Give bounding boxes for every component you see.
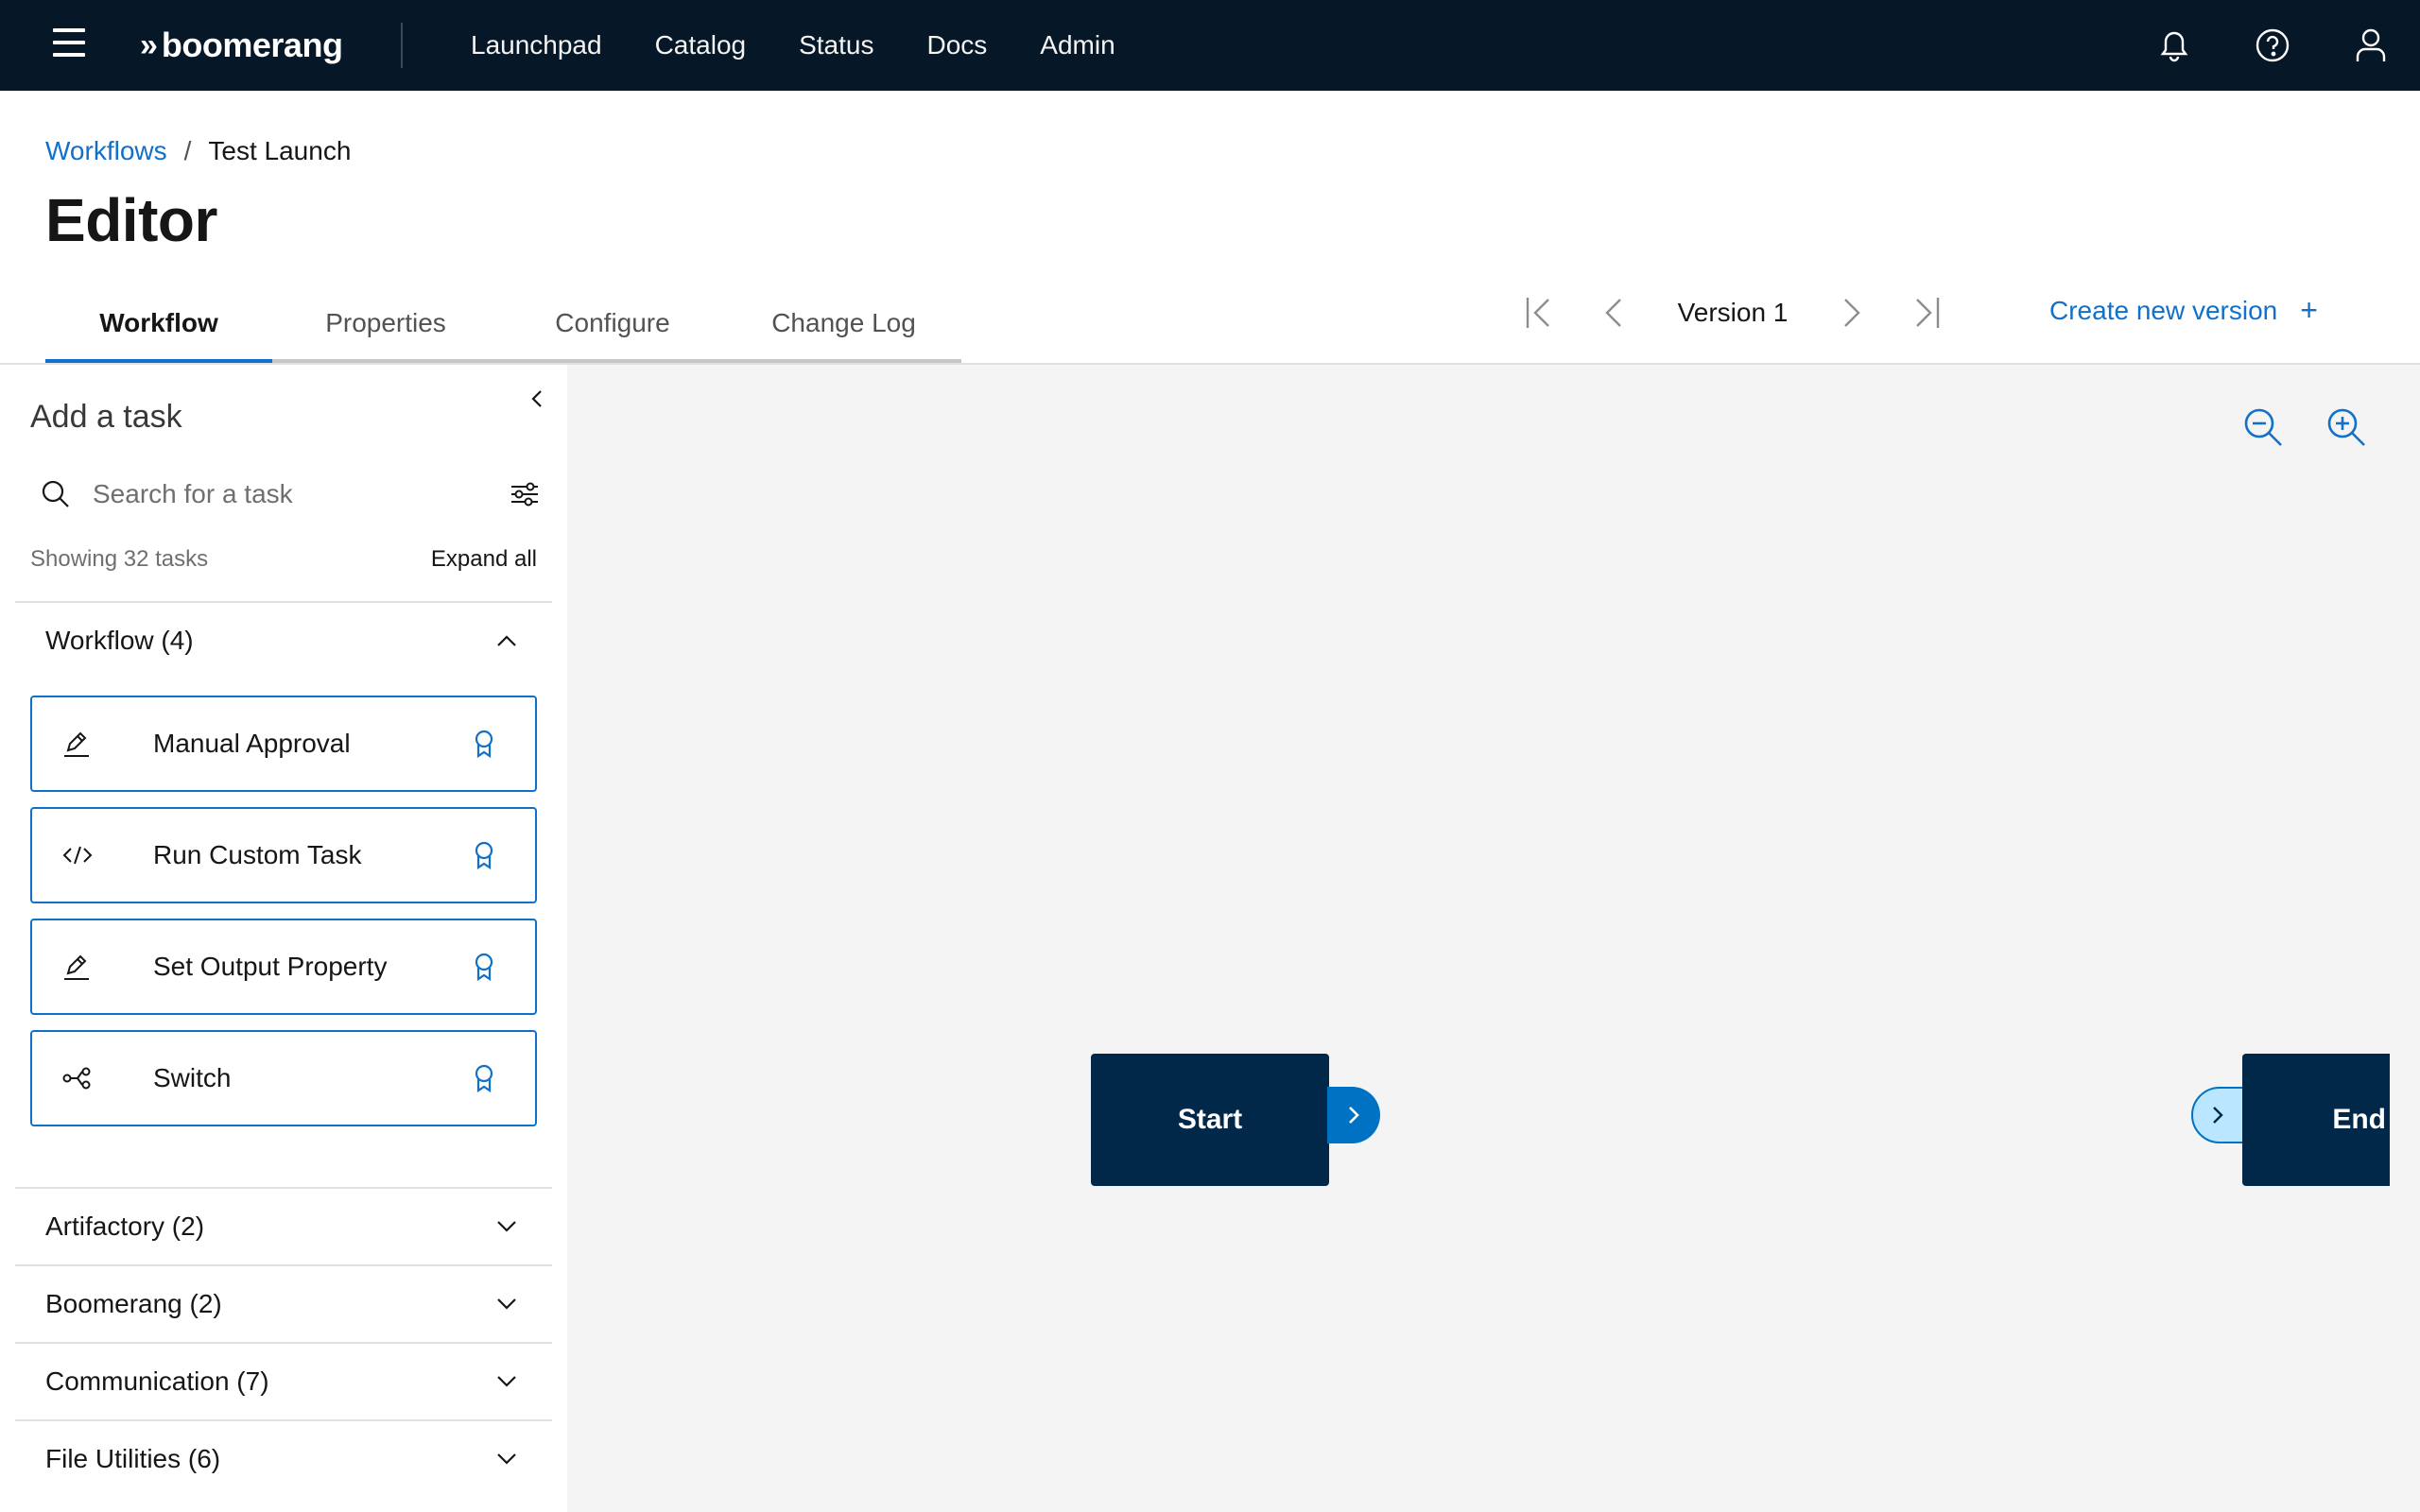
nav-catalog[interactable]: Catalog bbox=[629, 0, 773, 91]
task-card-manual-approval[interactable]: Manual Approval bbox=[30, 696, 537, 792]
code-icon bbox=[62, 844, 123, 867]
task-card-run-custom-task[interactable]: Run Custom Task bbox=[30, 807, 537, 903]
badge-icon bbox=[465, 953, 503, 981]
chevron-down-icon bbox=[497, 1221, 516, 1232]
tab-change-log[interactable]: Change Log bbox=[726, 293, 961, 363]
task-card-set-output-property[interactable]: Set Output Property bbox=[30, 919, 537, 1015]
brand-name: boomerang bbox=[161, 26, 343, 64]
brand-logo[interactable]: » boomerang bbox=[140, 25, 343, 66]
badge-icon bbox=[465, 1064, 503, 1092]
nav-launchpad[interactable]: Launchpad bbox=[444, 0, 629, 91]
section-header-file-utilities[interactable]: File Utilities (6) bbox=[15, 1421, 552, 1497]
collapse-sidebar-icon[interactable] bbox=[522, 384, 552, 414]
top-navigation-bar: » boomerang Launchpad Catalog Status Doc… bbox=[0, 0, 2420, 91]
first-version-icon[interactable] bbox=[1501, 282, 1577, 344]
section-title: Workflow (4) bbox=[45, 626, 194, 655]
end-node-label: End bbox=[2332, 1104, 2386, 1135]
badge-icon bbox=[465, 841, 503, 869]
section-workflow: Workflow (4) bbox=[15, 601, 552, 679]
chevron-right-icon bbox=[2213, 1107, 2223, 1124]
menu-icon[interactable] bbox=[53, 28, 85, 57]
section-title: File Utilities (6) bbox=[45, 1444, 221, 1473]
breadcrumb-workflows-link[interactable]: Workflows bbox=[45, 136, 167, 166]
editor-tabs: Workflow Properties Configure Change Log bbox=[45, 293, 961, 363]
section-header-communication[interactable]: Communication (7) bbox=[15, 1344, 552, 1419]
end-node-input-port[interactable] bbox=[2191, 1087, 2244, 1143]
page-title: Editor bbox=[45, 186, 217, 254]
chevron-down-icon bbox=[497, 1453, 516, 1465]
tab-configure[interactable]: Configure bbox=[499, 293, 726, 363]
plus-icon: + bbox=[2300, 293, 2318, 327]
section-title: Artifactory (2) bbox=[45, 1211, 205, 1241]
brand-mark: » bbox=[140, 26, 158, 63]
switch-icon bbox=[62, 1067, 123, 1090]
section-file-utilities: File Utilities (6) bbox=[15, 1419, 552, 1497]
section-boomerang: Boomerang (2) bbox=[15, 1264, 552, 1342]
section-title: Communication (7) bbox=[45, 1366, 269, 1396]
help-icon[interactable] bbox=[2223, 0, 2322, 91]
breadcrumb-current: Test Launch bbox=[208, 136, 352, 165]
section-artifactory: Artifactory (2) bbox=[15, 1187, 552, 1264]
start-node-output-port[interactable] bbox=[1327, 1087, 1380, 1143]
create-new-version-button[interactable]: Create new version + bbox=[2049, 293, 2318, 328]
previous-version-icon[interactable] bbox=[1577, 282, 1652, 344]
task-name: Manual Approval bbox=[153, 729, 351, 758]
bell-icon[interactable] bbox=[2125, 0, 2223, 91]
task-search bbox=[30, 467, 548, 522]
start-node[interactable]: Start bbox=[1091, 1054, 1329, 1186]
last-version-icon[interactable] bbox=[1889, 282, 1964, 344]
nav-docs[interactable]: Docs bbox=[900, 0, 1013, 91]
nav-divider bbox=[401, 23, 403, 68]
badge-icon bbox=[465, 730, 503, 758]
add-task-title: Add a task bbox=[30, 399, 182, 435]
chevron-right-icon bbox=[1349, 1107, 1359, 1124]
main-nav: Launchpad Catalog Status Docs Admin bbox=[444, 0, 1142, 91]
nav-admin[interactable]: Admin bbox=[1013, 0, 1141, 91]
edit-icon bbox=[62, 730, 123, 758]
create-version-label: Create new version bbox=[2049, 295, 2278, 325]
filter-icon[interactable] bbox=[501, 471, 548, 518]
zoom-out-icon[interactable] bbox=[2237, 401, 2290, 454]
task-name: Switch bbox=[153, 1063, 232, 1092]
section-header-workflow[interactable]: Workflow (4) bbox=[15, 603, 552, 679]
zoom-in-icon[interactable] bbox=[2320, 401, 2373, 454]
chevron-down-icon bbox=[497, 1298, 516, 1310]
task-name: Run Custom Task bbox=[153, 840, 362, 869]
user-icon[interactable] bbox=[2322, 0, 2420, 91]
task-sidebar: Add a task Showing 32 tasks Expand all W… bbox=[0, 365, 567, 1512]
start-node-label: Start bbox=[1177, 1104, 1243, 1135]
breadcrumb-separator: / bbox=[183, 136, 192, 165]
version-switcher: Version 1 bbox=[1501, 282, 1964, 344]
version-label: Version 1 bbox=[1677, 298, 1789, 327]
next-version-icon[interactable] bbox=[1813, 282, 1889, 344]
tab-properties[interactable]: Properties bbox=[272, 293, 499, 363]
section-header-artifactory[interactable]: Artifactory (2) bbox=[15, 1189, 552, 1264]
search-icon bbox=[30, 479, 81, 509]
expand-all-button[interactable]: Expand all bbox=[431, 546, 537, 573]
section-title: Boomerang (2) bbox=[45, 1289, 222, 1318]
task-count: Showing 32 tasks bbox=[30, 546, 209, 572]
end-node[interactable]: End bbox=[2242, 1054, 2390, 1186]
edit-icon bbox=[62, 953, 123, 981]
header-actions bbox=[2125, 0, 2420, 91]
task-card-switch[interactable]: Switch bbox=[30, 1030, 537, 1126]
search-input[interactable] bbox=[81, 479, 501, 509]
chevron-down-icon bbox=[497, 1376, 516, 1387]
workflow-canvas[interactable]: Start End bbox=[567, 365, 2420, 1512]
section-header-boomerang[interactable]: Boomerang (2) bbox=[15, 1266, 552, 1342]
tab-workflow[interactable]: Workflow bbox=[45, 293, 272, 363]
section-communication: Communication (7) bbox=[15, 1342, 552, 1419]
breadcrumb: Workflows / Test Launch bbox=[45, 136, 351, 166]
task-name: Set Output Property bbox=[153, 952, 388, 981]
nav-status[interactable]: Status bbox=[772, 0, 900, 91]
chevron-up-icon bbox=[497, 635, 516, 646]
